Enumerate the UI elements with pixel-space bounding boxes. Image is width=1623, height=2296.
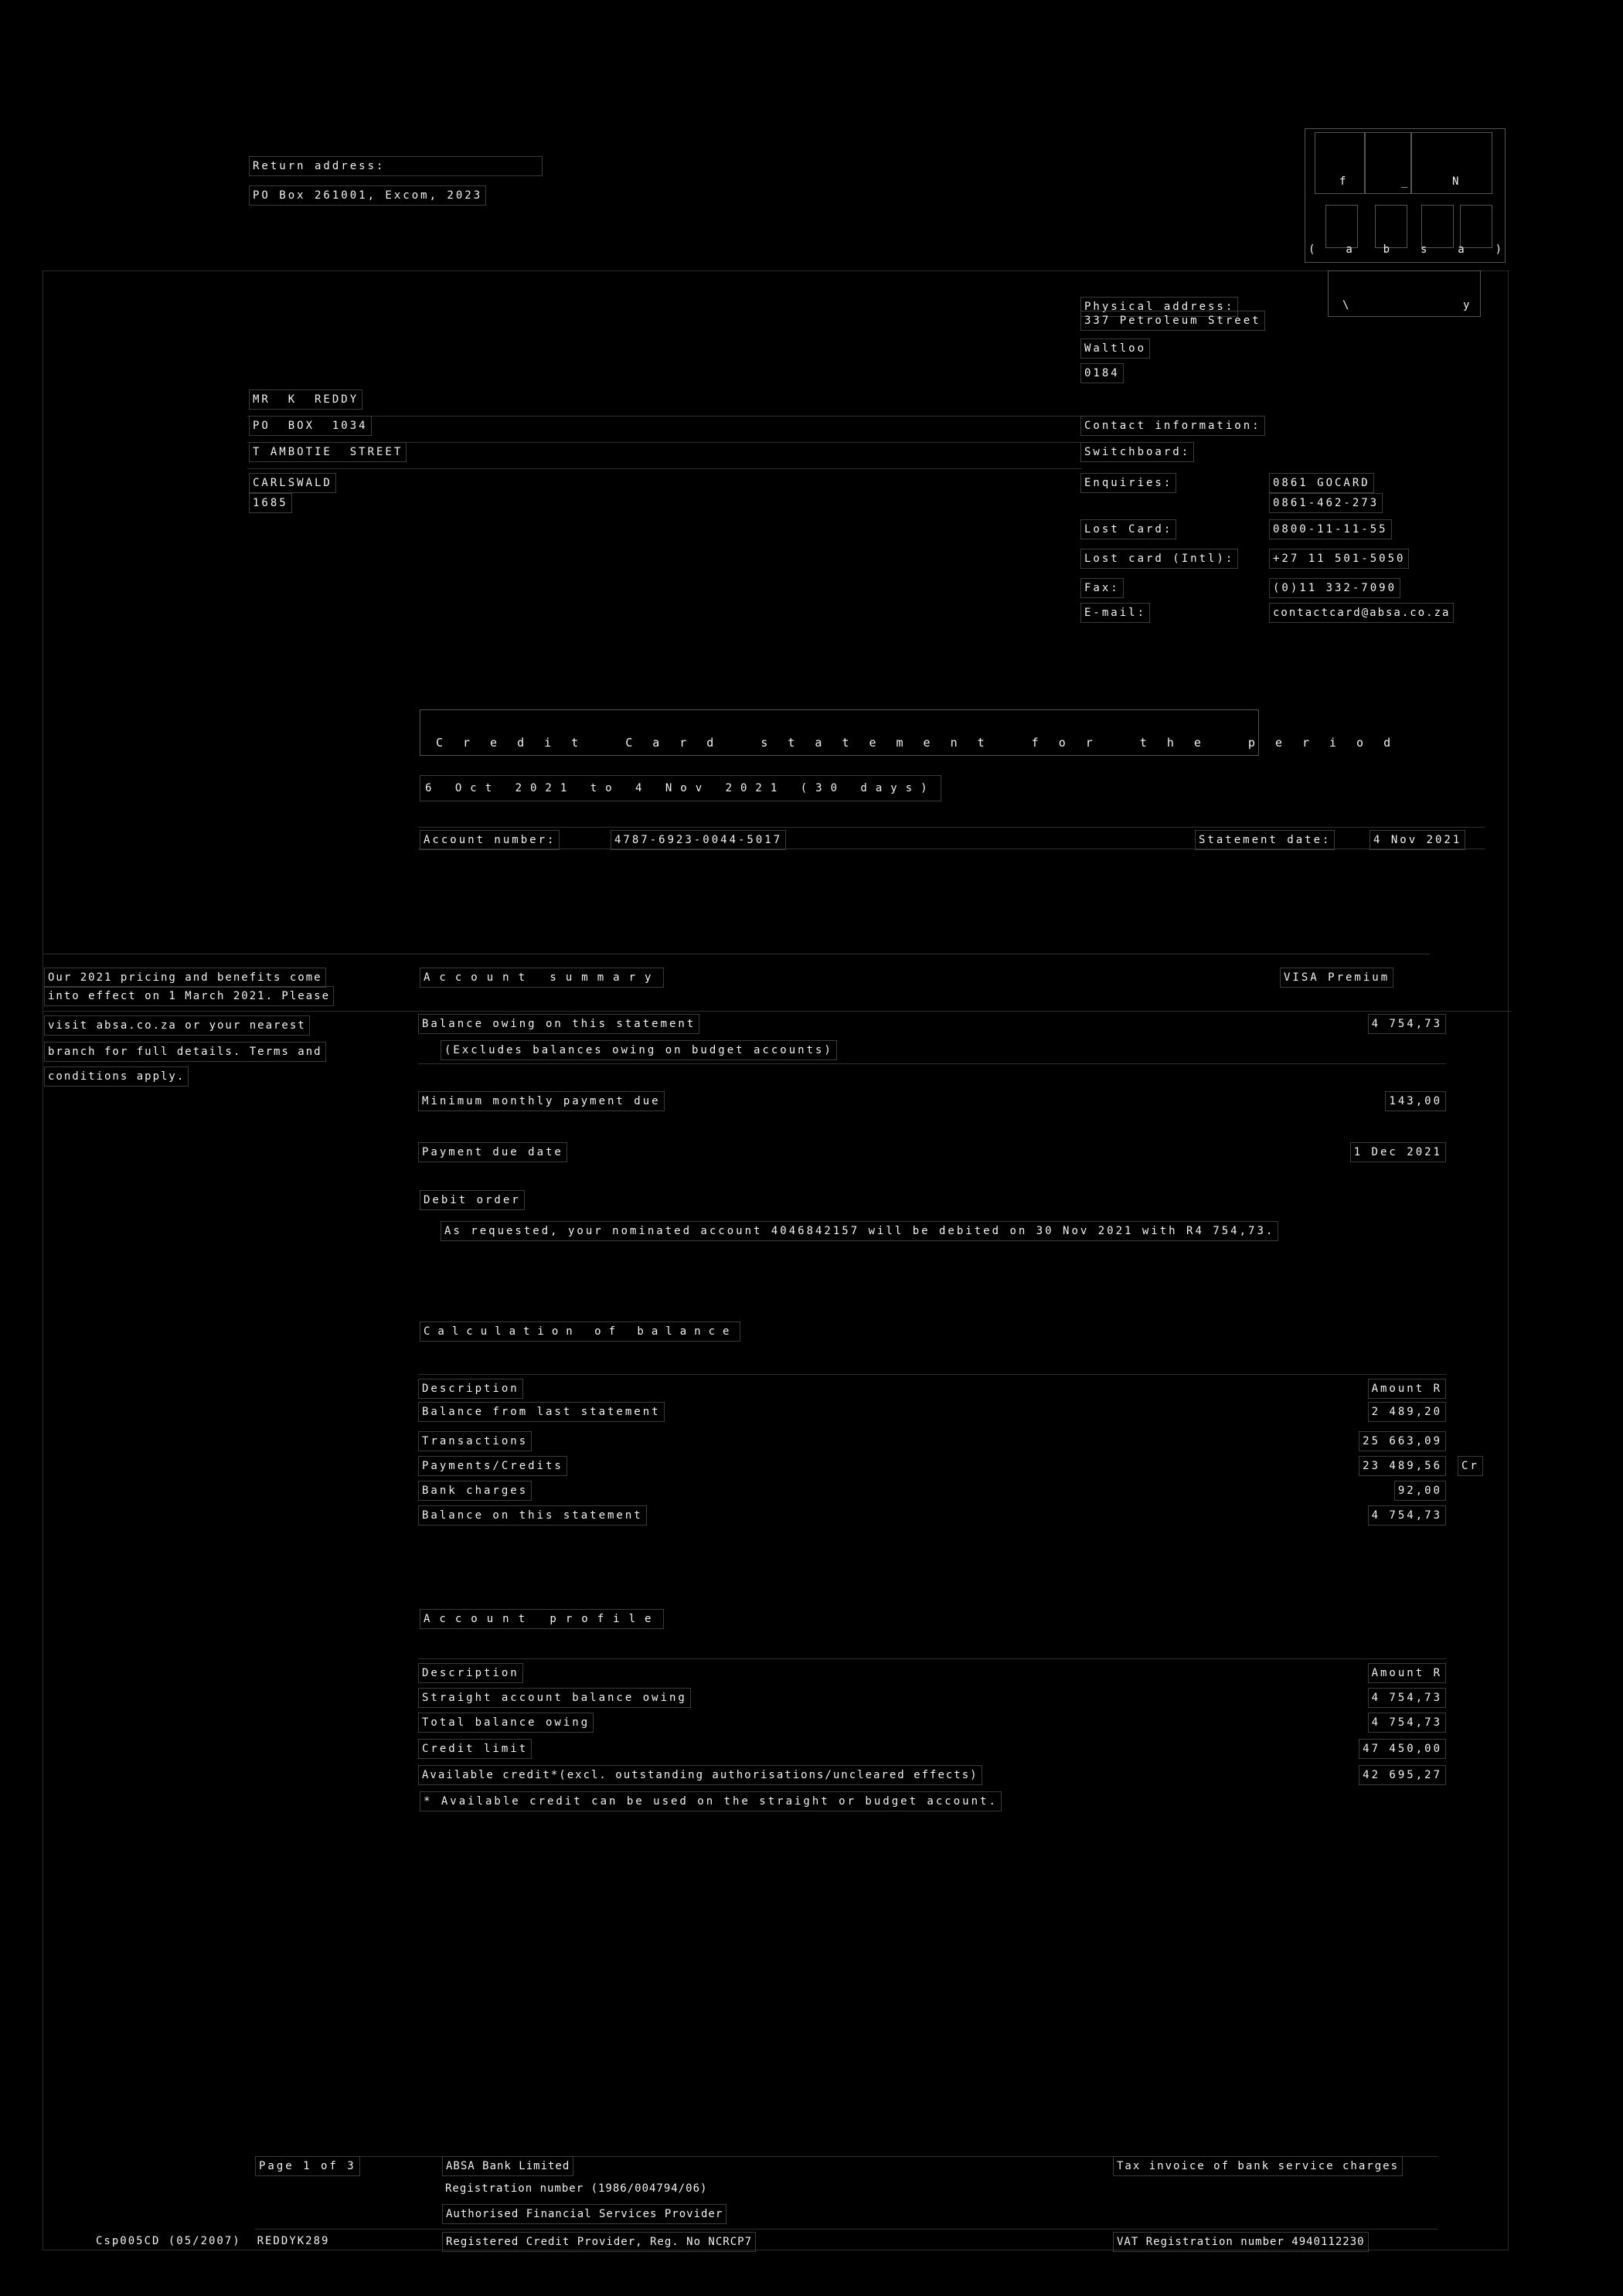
logo-letter: (	[1308, 243, 1315, 256]
tax-invoice: Tax invoice of bank service charges	[1113, 2156, 1404, 2176]
profile-row-desc: Straight account balance owing	[418, 1688, 691, 1708]
enquiries-value: 0861 GOCARD	[1269, 473, 1374, 493]
balance-owing-label: Balance owing on this statement	[418, 1014, 700, 1034]
switchboard-label: Switchboard:	[1080, 442, 1195, 462]
lost-card-intl-value: +27 11 501-5050	[1269, 549, 1410, 569]
physical-address-line: Waltloo	[1080, 338, 1151, 359]
calc-row-amount: 25 663,09	[1359, 1431, 1446, 1451]
profile-row-amount: 4 754,73	[1367, 1713, 1446, 1733]
profile-row-desc: Total balance owing	[418, 1713, 594, 1733]
bank-fsp: Authorised Financial Services Provider	[442, 2204, 727, 2224]
profile-row-amount: 42 695,27	[1359, 1765, 1446, 1785]
contact-heading: Contact information:	[1080, 416, 1265, 436]
due-date-value: 1 Dec 2021	[1349, 1142, 1446, 1162]
calc-col-amount: Amount R	[1367, 1379, 1446, 1399]
recipient-line: T AMBOTIE STREET	[249, 442, 407, 462]
product-name: VISA Premium	[1280, 968, 1394, 988]
promo-line: into effect on 1 March 2021. Please	[44, 986, 335, 1006]
debit-order-label: Debit order	[420, 1190, 525, 1210]
min-payment-value: 143,00	[1385, 1091, 1446, 1111]
logo-mark-glyph: y	[1463, 299, 1472, 311]
logo-glyph: N	[1452, 175, 1461, 188]
profile-col-description: Description	[418, 1663, 523, 1683]
calc-col-description: Description	[418, 1379, 523, 1399]
profile-row-desc: Available credit*(excl. outstanding auth…	[418, 1765, 982, 1785]
due-date-label: Payment due date	[418, 1142, 567, 1162]
return-address-label: Return address:	[249, 156, 543, 176]
email-label: E-mail:	[1080, 603, 1151, 623]
min-payment-label: Minimum monthly payment due	[418, 1091, 665, 1111]
lost-card-value: 0800-11-11-55	[1269, 519, 1392, 539]
profile-col-amount: Amount R	[1367, 1663, 1446, 1683]
statement-date: 4 Nov 2021	[1370, 830, 1466, 850]
calc-row-amount: 23 489,56	[1359, 1456, 1446, 1476]
logo-glyph: _	[1401, 175, 1410, 188]
statement-date-label: Statement date:	[1195, 830, 1335, 850]
promo-line: branch for full details. Terms and	[44, 1042, 326, 1062]
bank-ncr: Registered Credit Provider, Reg. No NCRC…	[442, 2232, 757, 2252]
vat-number: VAT Registration number 4940112230	[1113, 2232, 1369, 2252]
account-number: 4787-6923-0044-5017	[611, 830, 787, 850]
recipient-line: MR K REDDY	[249, 389, 363, 410]
logo-mark: \ y	[1328, 270, 1481, 317]
bank-name: ABSA Bank Limited	[442, 2156, 574, 2176]
lost-card-label: Lost Card:	[1080, 519, 1177, 539]
bank-registration: Registration number (1986/004794/06)	[445, 2182, 708, 2195]
calc-row-amount: 92,00	[1393, 1481, 1446, 1501]
logo-letter: )	[1495, 243, 1502, 256]
promo-line: conditions apply.	[44, 1066, 189, 1087]
fax-label: Fax:	[1080, 578, 1124, 598]
enquiries-value: 0861-462-273	[1269, 493, 1383, 513]
absa-logo: f _ N ( a b s a )	[1305, 128, 1506, 263]
profile-heading: Account profile	[420, 1609, 665, 1629]
balance-owing-value: 4 754,73	[1367, 1014, 1446, 1034]
return-address-value: PO Box 261001, Excom, 2023	[249, 185, 487, 206]
calc-row-flag: Cr	[1458, 1456, 1483, 1476]
profile-row-desc: Credit limit	[418, 1739, 532, 1759]
calc-row-desc: Payments/Credits	[418, 1456, 567, 1476]
logo-letter: a	[1346, 243, 1352, 256]
physical-address-line: 337 Petroleum Street	[1080, 311, 1265, 331]
profile-row-amount: 4 754,73	[1367, 1688, 1446, 1708]
calc-row-amount: 4 754,73	[1367, 1505, 1446, 1526]
logo-letter: a	[1458, 243, 1465, 256]
profile-row-amount: 47 450,00	[1359, 1739, 1446, 1759]
calculation-heading: Calculation of balance	[420, 1321, 741, 1342]
email-value[interactable]: contactcard@absa.co.za	[1269, 603, 1455, 623]
recipient-line: PO BOX 1034	[249, 416, 372, 436]
calc-row-desc: Balance on this statement	[418, 1505, 647, 1526]
debit-order-text: As requested, your nominated account 404…	[441, 1221, 1279, 1241]
logo-glyph: f	[1339, 175, 1349, 188]
balance-note: (Excludes balances owing on budget accou…	[441, 1040, 837, 1060]
logo-letter: s	[1420, 243, 1427, 256]
account-summary-heading: Account summary	[420, 968, 665, 988]
calc-row-desc: Bank charges	[418, 1481, 532, 1501]
logo-letter: b	[1383, 243, 1390, 256]
promo-line: visit absa.co.za or your nearest	[44, 1015, 310, 1036]
statement-period: 6 Oct 2021 to 4 Nov 2021 (30 days)	[420, 775, 941, 801]
page-number: Page 1 of 3	[255, 2156, 360, 2176]
calc-row-desc: Transactions	[418, 1431, 532, 1451]
statement-title: Credit Card statement for the period	[436, 736, 1411, 750]
form-code: Csp005CD (05/2007) REDDYK289	[96, 2235, 330, 2247]
profile-footnote: * Available credit can be used on the st…	[420, 1791, 1002, 1811]
recipient-line: 1685	[249, 493, 292, 513]
fax-value: (0)11 332-7090	[1269, 578, 1401, 598]
calc-row-amount: 2 489,20	[1367, 1402, 1446, 1422]
logo-mark-glyph: \	[1342, 299, 1352, 311]
recipient-line: CARLSWALD	[249, 473, 336, 493]
physical-address-line: 0184	[1080, 363, 1124, 383]
lost-card-intl-label: Lost card (Intl):	[1080, 549, 1239, 569]
account-number-label: Account number:	[420, 830, 560, 850]
promo-line: Our 2021 pricing and benefits come	[44, 968, 326, 988]
calc-row-desc: Balance from last statement	[418, 1402, 665, 1422]
enquiries-label: Enquiries:	[1080, 473, 1177, 493]
